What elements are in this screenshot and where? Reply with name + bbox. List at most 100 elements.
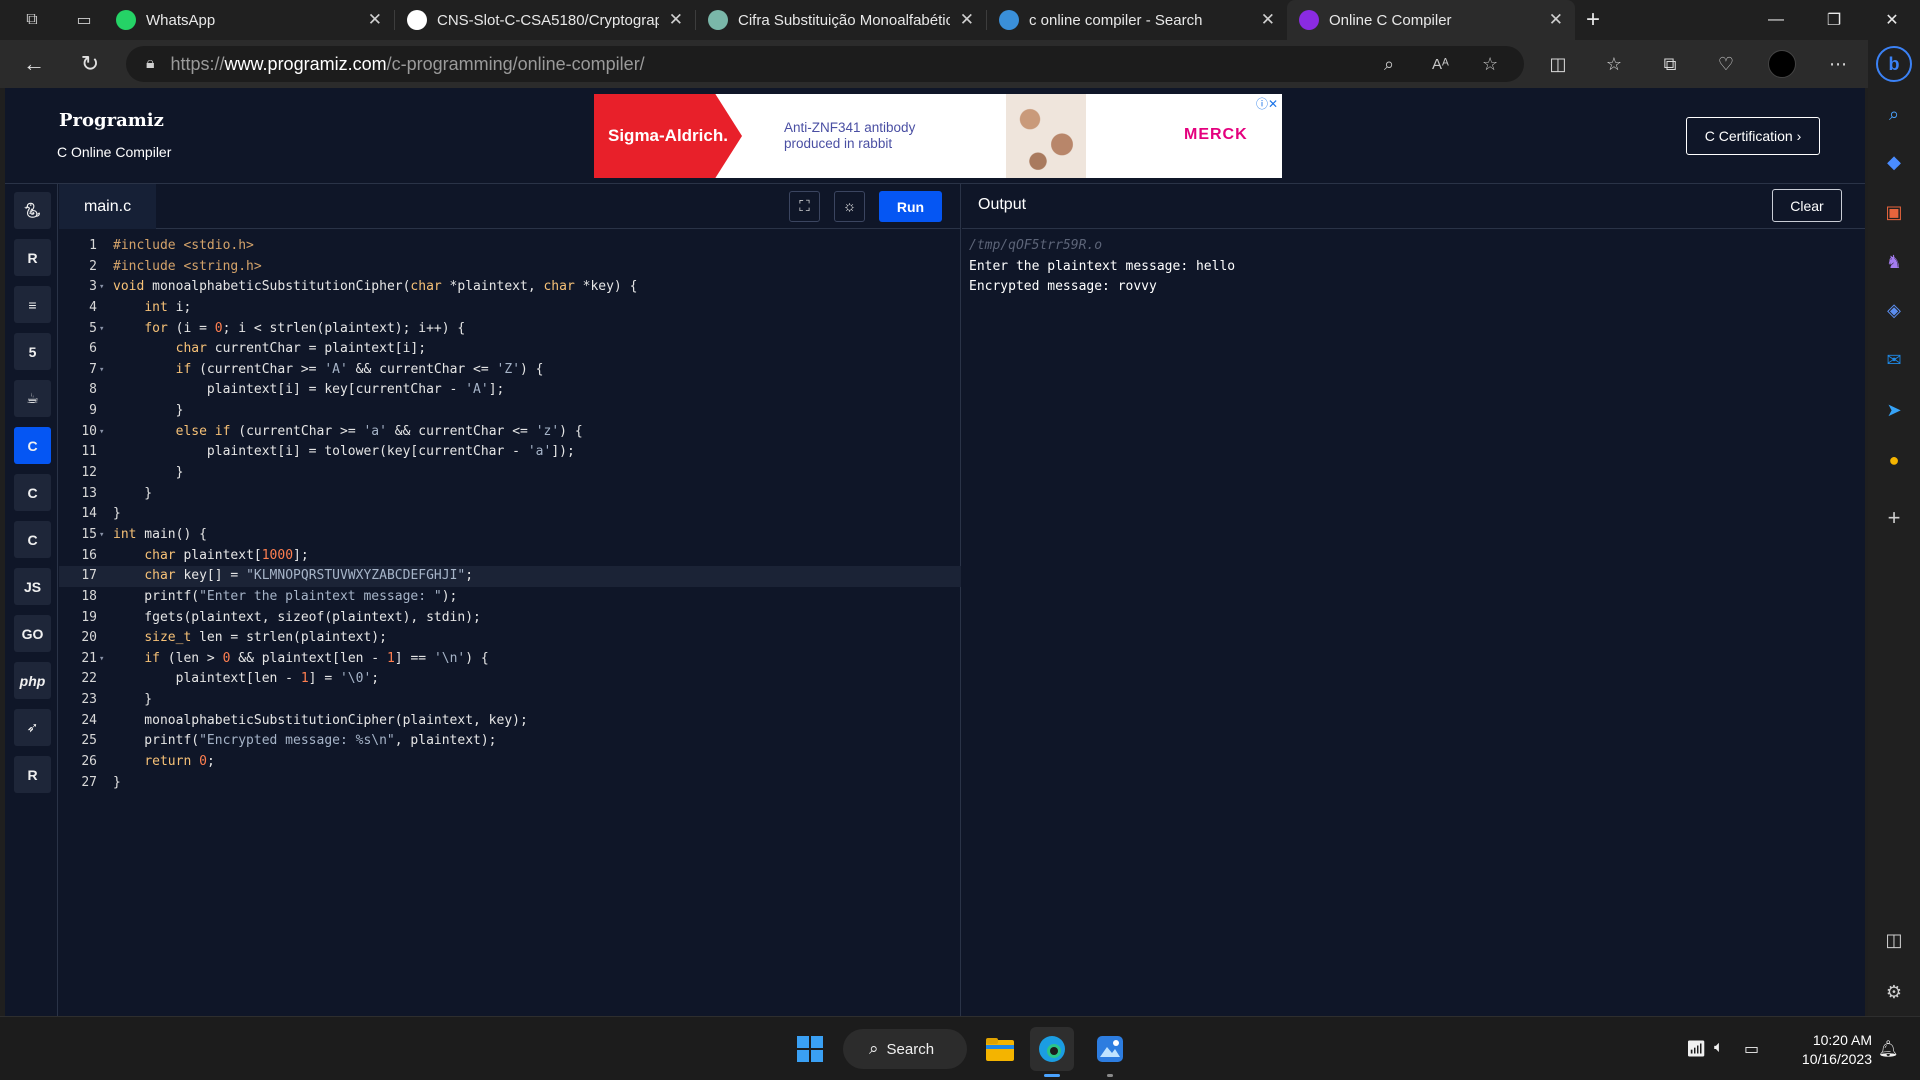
code-line[interactable]: 18 printf("Enter the plaintext message: … xyxy=(59,587,961,608)
code-line[interactable]: 21 ▾ if (len > 0 && plaintext[len - 1] ==… xyxy=(59,649,961,670)
code-line[interactable]: 14} xyxy=(59,504,961,525)
code-line[interactable]: 4 int i; xyxy=(59,298,961,319)
browser-tab[interactable]: Online C Compiler ✕ xyxy=(1287,0,1575,40)
code-line[interactable]: 6 char currentChar = plaintext[i]; xyxy=(59,339,961,360)
language-sql-icon[interactable]: ≡ xyxy=(14,286,51,323)
more-menu-icon[interactable]: ⋯ xyxy=(1820,46,1856,82)
wifi-icon[interactable]: 📶︎ xyxy=(1686,1039,1706,1059)
code-line[interactable]: 23 } xyxy=(59,690,961,711)
language-php-icon[interactable]: php xyxy=(14,662,51,699)
favorite-star-icon[interactable]: ☆ xyxy=(1482,46,1498,82)
code-line[interactable]: 19 fgets(plaintext, sizeof(plaintext), s… xyxy=(59,608,961,629)
code-line[interactable]: 24 monoalphabeticSubstitutionCipher(plai… xyxy=(59,711,961,732)
language-cpp-icon[interactable]: C xyxy=(14,474,51,511)
favorites-icon[interactable]: ☆ xyxy=(1596,46,1632,82)
browser-tab[interactable]: c online compiler - Search ✕ xyxy=(987,0,1287,40)
settings-gear-icon[interactable]: ⚙ xyxy=(1878,976,1910,1008)
profile-avatar[interactable] xyxy=(1764,46,1800,82)
code-line[interactable]: 1 #include <stdio.h> xyxy=(59,236,961,257)
code-line[interactable]: 11 plaintext[i] = tolower(key[currentCha… xyxy=(59,442,961,463)
language-html-icon[interactable]: 5 xyxy=(14,333,51,370)
c-certification-button[interactable]: C Certification › xyxy=(1686,117,1820,155)
window-close-icon[interactable]: ✕ xyxy=(1864,0,1920,40)
back-icon[interactable]: ← xyxy=(16,46,52,82)
volume-icon[interactable]: 🔈︎ xyxy=(1714,1039,1724,1057)
file-tab-main-c[interactable]: main.c xyxy=(59,184,156,229)
shopping-icon[interactable]: ◆ xyxy=(1878,146,1910,178)
language-r-icon[interactable]: R xyxy=(14,239,51,276)
code-line[interactable]: 7 ▾ if (currentChar >= 'A' && currentChar… xyxy=(59,360,961,381)
collections-icon[interactable]: ⧉ xyxy=(1652,46,1688,82)
windows-start-icon[interactable] xyxy=(788,1027,832,1071)
browser-tab[interactable]: WhatsApp ✕ xyxy=(104,0,394,40)
code-line[interactable]: 9 } xyxy=(59,401,961,422)
browser-tab[interactable]: Cifra Substituição Monoalfabética ✕ xyxy=(696,0,986,40)
read-aloud-icon[interactable]: Aᴬ xyxy=(1432,46,1449,82)
fold-toggle-icon[interactable]: ▾ xyxy=(99,525,104,546)
code-line[interactable]: 20 size_t len = strlen(plaintext); xyxy=(59,628,961,649)
microsoft-365-icon[interactable]: ◈ xyxy=(1878,294,1910,326)
language-c-icon[interactable]: C xyxy=(14,427,51,464)
taskbar-search[interactable]: ⌕ Search xyxy=(843,1029,967,1069)
fold-toggle-icon[interactable]: ▾ xyxy=(99,360,104,381)
code-line[interactable]: 27} xyxy=(59,773,961,794)
file-explorer-icon[interactable] xyxy=(978,1027,1022,1071)
run-button[interactable]: Run xyxy=(879,191,942,222)
url-field[interactable]: 🔒︎ https://www.programiz.com/c-programmi… xyxy=(126,46,1524,82)
battery-icon[interactable]: ▭ xyxy=(1744,1039,1759,1059)
games-icon[interactable]: ♞ xyxy=(1878,246,1910,278)
code-line[interactable]: 2 #include <string.h> xyxy=(59,257,961,278)
system-clock[interactable]: 10:20 AM 10/16/2023 xyxy=(1780,1031,1872,1069)
fold-toggle-icon[interactable]: ▾ xyxy=(99,319,104,340)
notifications-bell-icon[interactable]: 🔔︎ xyxy=(1878,1039,1898,1059)
code-line[interactable]: 3 ▾ void monoalphabeticSubstitutionCipher(… xyxy=(59,277,961,298)
sidebar-toggle-icon[interactable]: ◫ xyxy=(1878,924,1910,956)
edge-browser-icon[interactable] xyxy=(1030,1027,1074,1077)
rewards-icon[interactable]: ● xyxy=(1878,444,1910,476)
tab-close-icon[interactable]: ✕ xyxy=(1261,10,1275,30)
code-line[interactable]: 8 plaintext[i] = key[currentChar - 'A']; xyxy=(59,380,961,401)
new-tab-button[interactable]: + xyxy=(1575,0,1611,40)
code-line[interactable]: 25 printf("Encrypted message: %s\n", pla… xyxy=(59,731,961,752)
code-line[interactable]: 10 ▾ else if (currentChar >= 'a' && curre… xyxy=(59,422,961,443)
minimize-icon[interactable]: — xyxy=(1748,0,1804,40)
clear-button[interactable]: Clear xyxy=(1772,189,1842,222)
browser-essentials-icon[interactable]: ♡ xyxy=(1708,46,1744,82)
code-line[interactable]: 13 } xyxy=(59,484,961,505)
outlook-icon[interactable]: ✉ xyxy=(1878,344,1910,376)
zoom-icon[interactable]: ⌕ xyxy=(1384,46,1394,82)
tab-close-icon[interactable]: ✕ xyxy=(960,10,974,30)
theme-toggle-icon[interactable]: ☼ xyxy=(834,191,865,222)
language-go-icon[interactable]: GO xyxy=(14,615,51,652)
language-python-icon[interactable]: 🐍︎ xyxy=(14,192,51,229)
code-editor[interactable]: main.c ⛶ ☼ Run 1 #include <stdio.h> 2 #incl… xyxy=(59,184,961,1016)
fold-toggle-icon[interactable]: ▾ xyxy=(99,422,104,443)
workspaces-icon[interactable]: ⧉ xyxy=(0,0,64,40)
tools-icon[interactable]: ▣ xyxy=(1878,196,1910,228)
copilot-icon[interactable]: b xyxy=(1876,46,1912,82)
language-java-icon[interactable]: ☕︎ xyxy=(14,380,51,417)
tab-close-icon[interactable]: ✕ xyxy=(1549,10,1563,30)
code-line[interactable]: 22 plaintext[len - 1] = '\0'; xyxy=(59,669,961,690)
code-line[interactable]: 26 return 0; xyxy=(59,752,961,773)
code-line[interactable]: 15 ▾ int main() { xyxy=(59,525,961,546)
language-csharp-icon[interactable]: C xyxy=(14,521,51,558)
add-icon[interactable]: + xyxy=(1878,502,1910,534)
code-lines[interactable]: 1 #include <stdio.h> 2 #include <string.h> 3… xyxy=(59,236,961,793)
tab-actions-icon[interactable]: ▭ xyxy=(64,0,104,40)
fullscreen-icon[interactable]: ⛶ xyxy=(789,191,820,222)
ad-close-icon[interactable]: ⓘ✕ xyxy=(1256,95,1278,112)
refresh-icon[interactable]: ↻ xyxy=(72,46,108,82)
language-swift-icon[interactable]: ➶ xyxy=(14,709,51,746)
programiz-logo[interactable]: Programiz xyxy=(59,110,164,131)
code-line[interactable]: 17 char key[] = "KLMNOPQRSTUVWXYZABCDEFG… xyxy=(59,566,961,587)
code-line[interactable]: 5 ▾ for (i = 0; i < strlen(plaintext); i+… xyxy=(59,319,961,340)
drop-icon[interactable]: ➤ xyxy=(1878,394,1910,426)
tab-close-icon[interactable]: ✕ xyxy=(669,10,683,30)
language-javascript-icon[interactable]: JS xyxy=(14,568,51,605)
photos-icon[interactable] xyxy=(1088,1027,1132,1077)
code-line[interactable]: 12 } xyxy=(59,463,961,484)
tab-close-icon[interactable]: ✕ xyxy=(368,10,382,30)
restore-icon[interactable]: ❐ xyxy=(1806,0,1862,40)
code-line[interactable]: 16 char plaintext[1000]; xyxy=(59,546,961,567)
